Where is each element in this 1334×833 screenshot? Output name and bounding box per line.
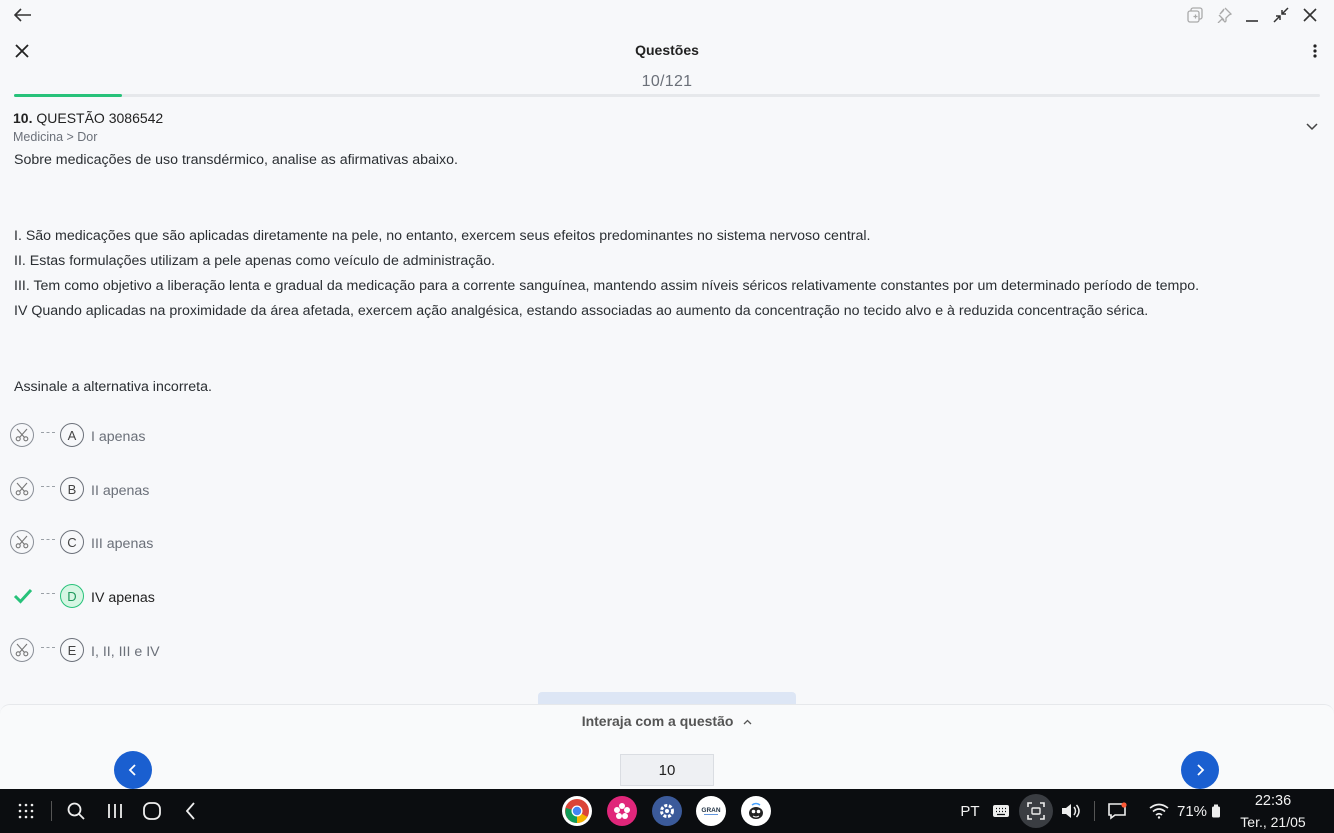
option-connector	[41, 592, 55, 594]
statement-1: I. São medicações que são aplicadas dire…	[14, 228, 871, 244]
chevron-down-icon[interactable]	[1302, 118, 1322, 136]
option-letter[interactable]: B	[60, 477, 84, 501]
progress-fill	[14, 94, 123, 97]
wifi-icon	[1147, 789, 1171, 833]
chevron-up-icon[interactable]	[743, 719, 752, 725]
minimize-icon[interactable]	[1243, 6, 1261, 24]
statement-2: II. Estas formulações utilizam a pele ap…	[14, 253, 496, 269]
question-prompt: Assinale a alternativa incorreta.	[14, 379, 212, 395]
more-options-icon[interactable]	[1305, 41, 1325, 61]
question-number-input[interactable]: 10	[620, 754, 714, 786]
option-connector	[41, 646, 55, 648]
recent-apps-icon[interactable]	[103, 789, 127, 833]
option-letter[interactable]: D	[60, 584, 84, 608]
home-icon[interactable]	[140, 789, 164, 833]
option-a[interactable]: A I apenas	[10, 420, 145, 450]
mascot-app-icon[interactable]	[741, 789, 771, 833]
option-letter[interactable]: A	[60, 423, 84, 447]
screenshot-icon[interactable]	[1019, 789, 1053, 833]
previous-question-button[interactable]	[114, 751, 152, 789]
question-code: QUESTÃO 3086542	[36, 110, 164, 126]
scissors-icon[interactable]	[10, 423, 34, 447]
option-letter[interactable]: C	[60, 530, 84, 554]
system-taskbar: GRAN PT 71% 22:36 Ter., 21/05	[0, 789, 1334, 833]
next-question-button[interactable]	[1181, 751, 1219, 789]
taskbar-divider	[51, 801, 52, 821]
chrome-icon[interactable]	[562, 789, 592, 833]
clock-time: 22:36	[1254, 793, 1292, 809]
scissors-icon[interactable]	[10, 638, 34, 662]
blossom-app-icon[interactable]	[607, 789, 637, 833]
question-intro: Sobre medicações de uso transdérmico, an…	[14, 152, 458, 168]
apps-grid-icon[interactable]	[14, 789, 38, 833]
option-text[interactable]: II apenas	[91, 483, 149, 499]
option-letter[interactable]: E	[60, 638, 84, 662]
clock-date: Ter., 21/05	[1240, 814, 1306, 830]
question-category: Medicina > Dor	[13, 130, 98, 144]
option-connector	[41, 485, 55, 487]
back-icon[interactable]	[179, 789, 203, 833]
search-icon[interactable]	[64, 789, 88, 833]
option-text[interactable]: IV apenas	[91, 590, 155, 606]
taskbar-divider	[1094, 801, 1095, 821]
interact-toggle[interactable]: Interaja com a questão	[0, 713, 1334, 729]
option-b[interactable]: B II apenas	[10, 474, 149, 504]
checkmark-icon	[10, 584, 36, 608]
shrink-window-icon[interactable]	[1272, 6, 1290, 24]
keyboard-icon[interactable]	[990, 789, 1012, 833]
option-text[interactable]: III apenas	[91, 536, 153, 552]
svg-text:GRAN: GRAN	[701, 807, 720, 814]
chevron-left-icon	[128, 764, 136, 776]
statement-3: III. Tem como objetivo a liberação lenta…	[14, 278, 1200, 294]
notifications-icon[interactable]	[1105, 789, 1129, 833]
progress-bar	[14, 94, 1320, 97]
question-counter: 10/121	[641, 73, 693, 90]
option-connector	[41, 538, 55, 540]
option-connector	[41, 431, 55, 433]
popup-view-icon[interactable]	[1186, 6, 1204, 24]
pin-icon[interactable]	[1215, 6, 1233, 24]
scissors-icon[interactable]	[10, 530, 34, 554]
scissors-icon[interactable]	[10, 477, 34, 501]
question-number: 10.	[13, 110, 33, 126]
window-title-bar	[0, 0, 1334, 30]
option-e[interactable]: E I, II, III e IV	[10, 635, 160, 665]
option-text[interactable]: I, II, III e IV	[91, 644, 160, 660]
option-c[interactable]: C III apenas	[10, 527, 153, 557]
option-d[interactable]: D IV apenas	[10, 581, 155, 611]
arrow-left-icon[interactable]	[12, 5, 34, 25]
question-heading: 10. QUESTÃO 3086542	[13, 110, 163, 126]
gran-app-icon[interactable]: GRAN	[696, 789, 726, 833]
page-title: Questões	[635, 42, 699, 58]
language-indicator[interactable]: PT	[957, 789, 983, 833]
option-text[interactable]: I apenas	[91, 429, 145, 445]
battery-icon	[1209, 789, 1223, 833]
battery-percentage: 71%	[1176, 802, 1208, 820]
chevron-right-icon	[1197, 764, 1205, 776]
close-window-icon[interactable]	[1301, 6, 1319, 24]
volume-icon[interactable]	[1060, 789, 1082, 833]
statement-4: IV Quando aplicadas na proximidade da ár…	[14, 303, 1149, 319]
interact-label[interactable]: Interaja com a questão	[582, 713, 734, 729]
settings-icon[interactable]	[652, 789, 682, 833]
